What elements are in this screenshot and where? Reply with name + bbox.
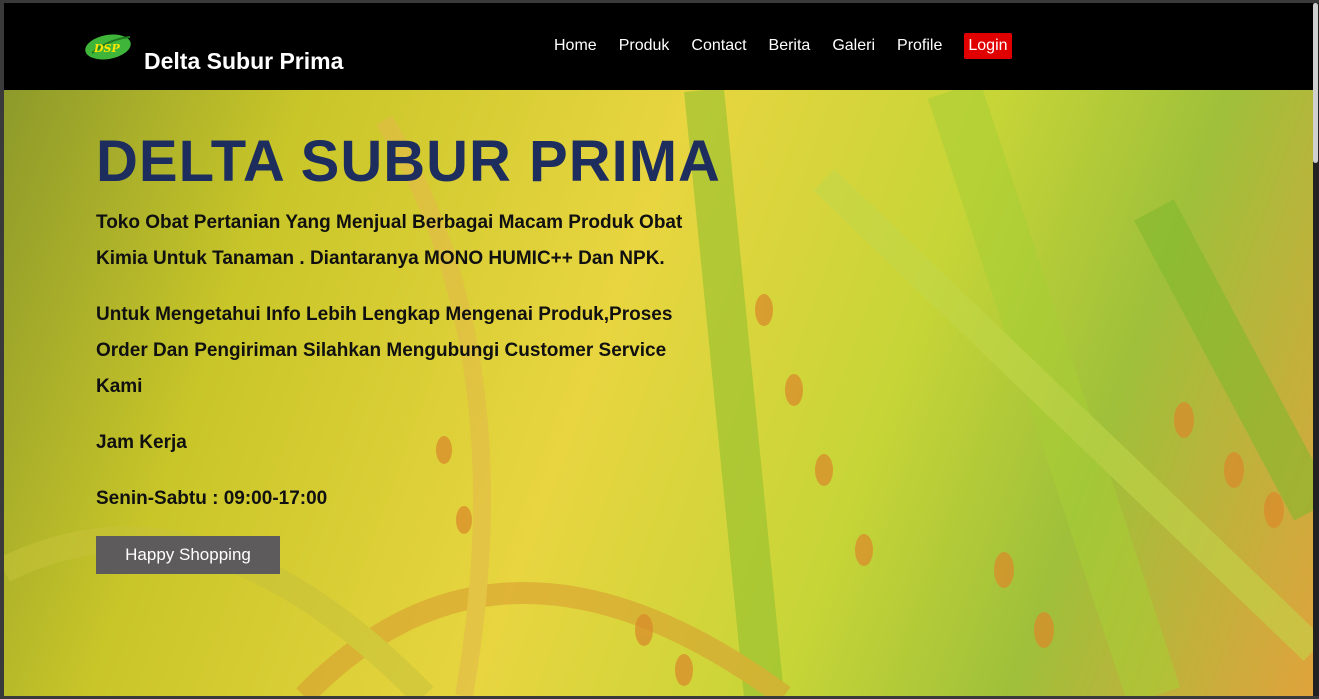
- nav-profile[interactable]: Profile: [897, 37, 942, 55]
- nav-berita[interactable]: Berita: [769, 37, 811, 55]
- hero-section: DELTA SUBUR PRIMA Toko Obat Pertanian Ya…: [4, 90, 1314, 696]
- scrollbar-thumb[interactable]: [1313, 3, 1318, 163]
- leaf-logo-icon[interactable]: DSP: [84, 29, 134, 61]
- hero-contact-info: Untuk Mengetahui Info Lebih Lengkap Meng…: [96, 304, 673, 397]
- main-nav: Home Produk Contact Berita Galeri Profil…: [554, 33, 1034, 59]
- brand-name[interactable]: Delta Subur Prima: [144, 48, 343, 75]
- hero-title: DELTA SUBUR PRIMA: [96, 129, 721, 194]
- hero-description: Toko Obat Pertanian Yang Menjual Berbaga…: [96, 212, 683, 269]
- working-hours-value: Senin-Sabtu : 09:00-17:00: [96, 488, 328, 509]
- browser-frame: DSP Delta Subur Prima Home Produk Contac…: [4, 3, 1314, 696]
- nav-home[interactable]: Home: [554, 37, 597, 55]
- working-hours-label: Jam Kerja: [96, 432, 187, 453]
- nav-galeri[interactable]: Galeri: [832, 37, 875, 55]
- navbar: DSP Delta Subur Prima Home Produk Contac…: [4, 3, 1314, 90]
- login-button[interactable]: Login: [964, 33, 1012, 59]
- nav-contact[interactable]: Contact: [691, 37, 746, 55]
- scrollbar[interactable]: [1313, 3, 1319, 696]
- happy-shopping-button[interactable]: Happy Shopping: [96, 536, 280, 574]
- logo-text: DSP: [93, 42, 120, 55]
- nav-produk[interactable]: Produk: [619, 37, 670, 55]
